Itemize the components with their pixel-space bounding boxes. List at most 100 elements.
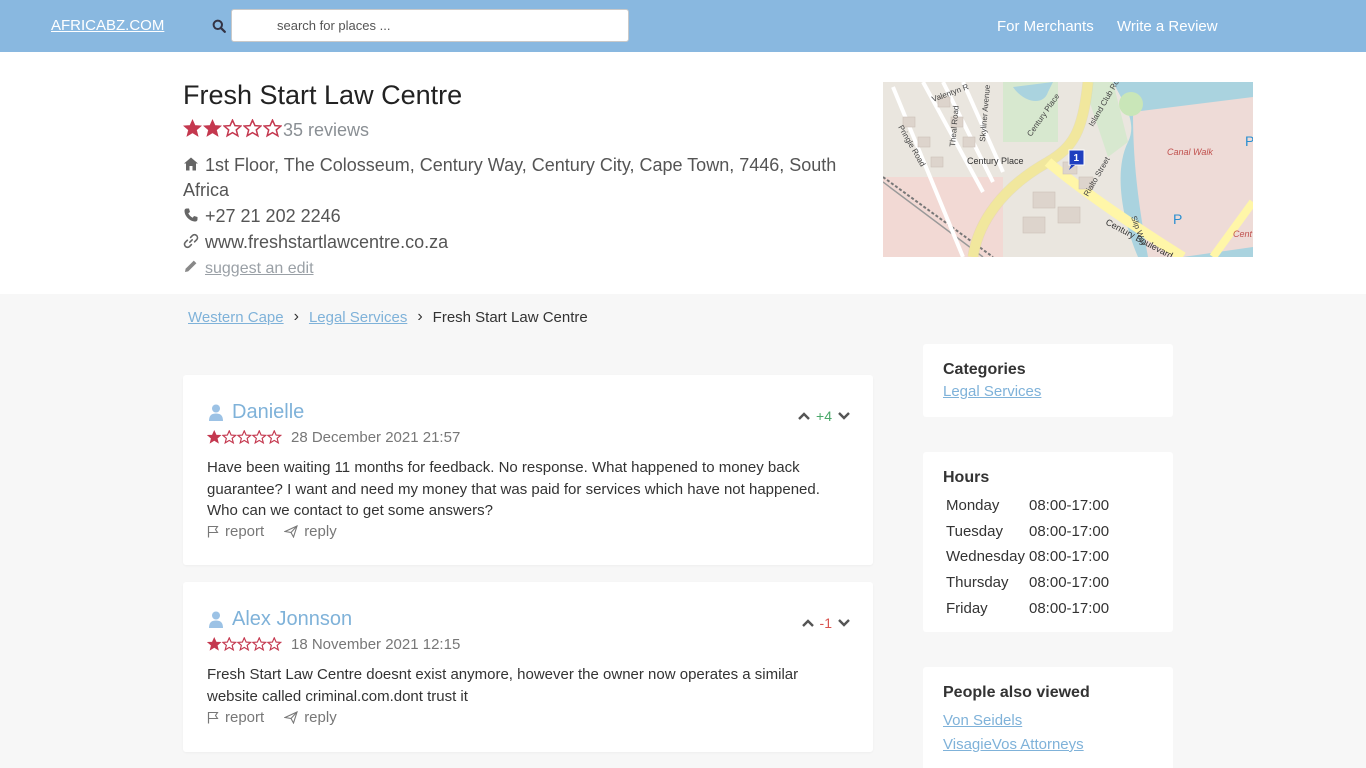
star-empty-icon — [237, 637, 252, 652]
star-filled-icon — [183, 119, 202, 137]
star-filled-icon — [203, 119, 222, 137]
hours-day: Tuesday — [946, 522, 1003, 540]
website-text[interactable]: www.freshstartlawcentre.co.za — [205, 232, 448, 252]
review-meta: 28 December 2021 21:57 — [207, 429, 460, 446]
star-empty-icon — [252, 637, 267, 652]
business-title: Fresh Start Law Centre — [183, 80, 463, 110]
map-marker-label: 1 — [1074, 153, 1080, 164]
star-empty-icon — [222, 430, 237, 445]
reply-button[interactable]: reply — [284, 709, 337, 726]
categories-title: Categories — [943, 361, 1026, 378]
map-parking-label-1: P — [1173, 211, 1182, 227]
search-input[interactable] — [231, 9, 629, 42]
star-empty-icon — [222, 637, 237, 652]
review-rating-stars — [207, 430, 282, 445]
breadcrumb-western-cape[interactable]: Western Cape — [188, 309, 284, 326]
hours-time: 08:00-17:00 — [1029, 548, 1110, 566]
breadcrumb: Western Cape › Legal Services › Fresh St… — [188, 308, 588, 326]
vote-control: +4 — [797, 408, 851, 424]
phone-text[interactable]: +27 21 202 2246 — [205, 206, 341, 226]
report-button[interactable]: report — [207, 709, 264, 726]
star-empty-icon — [223, 119, 242, 138]
breadcrumb-current: Fresh Start Law Centre — [432, 308, 588, 326]
review-date: 18 November 2021 12:15 — [291, 636, 461, 653]
home-icon — [184, 157, 198, 171]
reviewer-name-text: Alex Jonnson — [232, 608, 353, 630]
location-map[interactable]: Pringle Road Theal Road Skyliner Avenue … — [883, 82, 1253, 257]
star-empty-icon — [267, 430, 282, 445]
hours-row: Wednesday 08:00-17:00 — [946, 544, 1109, 570]
upvote-icon[interactable] — [801, 618, 815, 628]
reviewer-name[interactable]: Alex Jonnson — [208, 608, 352, 631]
hours-day: Friday — [946, 599, 988, 617]
link-icon — [183, 233, 199, 249]
hours-title: Hours — [943, 469, 990, 486]
nav-write-review[interactable]: Write a Review — [1117, 18, 1218, 35]
flag-icon — [207, 711, 219, 724]
reviewer-name[interactable]: Danielle — [208, 401, 304, 424]
business-phone: +27 21 202 2246 — [183, 204, 863, 229]
star-filled-icon — [207, 430, 222, 444]
map-canvas: Pringle Road Theal Road Skyliner Avenue … — [883, 82, 1253, 257]
hours-time: 08:00-17:00 — [1029, 522, 1110, 540]
pencil-icon — [185, 260, 197, 272]
review-meta: 18 November 2021 12:15 — [207, 636, 460, 653]
category-link-legal-services[interactable]: Legal Services — [943, 383, 1153, 400]
review-actions: report reply — [207, 709, 337, 726]
chevron-right-icon: › — [293, 308, 299, 325]
reviewer-name-text: Danielle — [232, 401, 305, 423]
reply-label: reply — [304, 523, 337, 540]
breadcrumb-legal-services[interactable]: Legal Services — [309, 309, 407, 326]
categories-card: Categories Legal Services — [923, 344, 1173, 417]
hours-row: Friday 08:00-17:00 — [946, 595, 1109, 621]
review-rating-stars — [207, 637, 282, 652]
chevron-right-icon: › — [417, 308, 423, 325]
star-empty-icon — [267, 637, 282, 652]
address-text: 1st Floor, The Colosseum, Century Way, C… — [183, 155, 837, 200]
report-button[interactable]: report — [207, 523, 264, 540]
send-icon — [284, 525, 299, 538]
review-actions: report reply — [207, 523, 337, 540]
nav-for-merchants[interactable]: For Merchants — [997, 18, 1094, 35]
map-label-cent: Cent — [1233, 229, 1253, 239]
review-count: 35 reviews — [283, 120, 370, 140]
map-label-canal-walk: Canal Walk — [1167, 147, 1213, 157]
hours-table: Monday 08:00-17:00 Tuesday 08:00-17:00 Wed… — [946, 493, 1109, 621]
reply-button[interactable]: reply — [284, 523, 337, 540]
also-viewed-link[interactable]: VisagieVos Attorneys — [943, 736, 1153, 753]
downvote-icon[interactable] — [837, 411, 851, 421]
also-viewed-title: People also viewed — [943, 684, 1090, 701]
vote-count: -1 — [819, 615, 832, 631]
business-address: 1st Floor, The Colosseum, Century Way, C… — [183, 153, 863, 203]
user-icon — [209, 404, 223, 421]
review-card: Danielle 28 December 2021 21:57 +4 Have … — [183, 375, 873, 565]
search-icon — [212, 19, 226, 33]
business-rating-stars — [183, 119, 283, 138]
hours-day: Thursday — [946, 574, 1009, 592]
map-label-century-place-1: Century Place — [967, 156, 1024, 166]
star-empty-icon — [263, 119, 282, 138]
send-icon — [284, 711, 299, 724]
star-empty-icon — [252, 430, 267, 445]
report-label: report — [225, 709, 265, 726]
also-viewed-card: People also viewed Von Seidels VisagieVo… — [923, 667, 1173, 768]
upvote-icon[interactable] — [797, 411, 811, 421]
business-website: www.freshstartlawcentre.co.za — [183, 230, 863, 255]
flag-icon — [207, 525, 219, 538]
hours-day: Monday — [946, 497, 1000, 515]
top-navbar: AFRICABZ.COM For Merchants Write a Revie… — [0, 0, 1366, 52]
hours-row: Thursday 08:00-17:00 — [946, 570, 1109, 596]
brand-logo-link[interactable]: AFRICABZ.COM — [51, 17, 164, 34]
star-filled-icon — [207, 637, 222, 651]
also-viewed-link[interactable]: Von Seidels — [943, 712, 1153, 729]
suggest-edit-link[interactable]: suggest an edit — [205, 260, 314, 277]
suggest-edit: suggest an edit — [183, 256, 863, 281]
hours-time: 08:00-17:00 — [1029, 497, 1110, 515]
hours-card: Hours Monday 08:00-17:00 Tuesday 08:00-17:… — [923, 452, 1173, 632]
hours-time: 08:00-17:00 — [1029, 574, 1110, 592]
user-icon — [209, 611, 223, 628]
downvote-icon[interactable] — [837, 618, 851, 628]
report-label: report — [225, 523, 265, 540]
vote-control: -1 — [801, 615, 851, 631]
star-empty-icon — [237, 430, 252, 445]
